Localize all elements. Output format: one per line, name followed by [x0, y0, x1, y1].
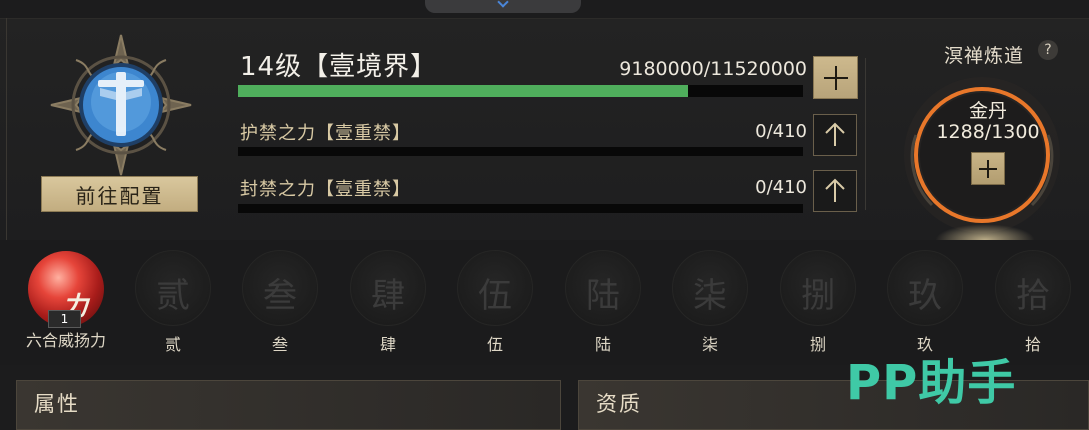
attributes-panel [16, 380, 561, 430]
help-icon[interactable]: ? [1038, 40, 1058, 60]
level-title: 14级【壹境界】 [240, 52, 438, 82]
goto-config-button[interactable]: 前往配置 [41, 176, 198, 212]
skill-level-badge: 1 [48, 310, 81, 328]
skill-glyph: 玖 [908, 276, 942, 316]
sword-emblem-icon [46, 30, 196, 180]
skill-glyph: 伍 [478, 276, 512, 316]
sub-stat-value: 0/410 [755, 177, 807, 198]
divider [865, 58, 866, 210]
skill-label: 贰 [164, 335, 181, 354]
skill-label: 柒 [701, 335, 718, 354]
skill-label: 叁 [271, 335, 288, 354]
skill-label: 陆 [594, 335, 611, 354]
skill-glyph: 叁 [263, 276, 297, 316]
skill-glyph: 肆 [371, 276, 405, 316]
exp-bar [238, 85, 803, 97]
upgrade-button[interactable] [813, 114, 857, 156]
skill-label: 六合威扬力 [25, 331, 106, 350]
meditation-title: 溟禅炼道 [944, 45, 1025, 67]
arrow-up-icon [825, 178, 845, 202]
sub-stat-label: 封禁之力【壹重禁】 [240, 179, 411, 200]
sub-stat-label: 护禁之力【壹重禁】 [240, 123, 411, 144]
exp-bar-fill [238, 85, 689, 97]
qualification-title: 资质 [596, 392, 642, 416]
add-core-button[interactable] [971, 152, 1005, 185]
upgrade-button[interactable] [813, 170, 857, 212]
skill-glyph: 陆 [586, 276, 620, 316]
orb-name: 金丹 [968, 100, 1007, 122]
orb-value: 1288/1300 [936, 121, 1040, 143]
skill-label: 伍 [486, 335, 503, 354]
skill-glyph: 柒 [693, 276, 727, 316]
top-pull-tab[interactable] [425, 0, 581, 13]
add-exp-button[interactable] [813, 56, 858, 99]
attributes-title: 属性 [34, 392, 80, 416]
watermark-logo: PP助手 [846, 355, 1017, 411]
sub-stat-value: 0/410 [755, 121, 807, 142]
chevron-down-icon [497, 0, 509, 8]
skill-label: 肆 [379, 335, 396, 354]
arrow-up-icon [825, 122, 845, 146]
skill-glyph: 贰 [156, 276, 190, 316]
panel-edge [6, 18, 7, 240]
skill-glyph: 捌 [801, 276, 835, 316]
glow-decoration [935, 224, 1035, 240]
skill-glyph: 拾 [1016, 276, 1050, 316]
exp-value: 9180000/11520000 [619, 58, 807, 80]
sub-stat-bar [238, 147, 803, 156]
sub-stat-bar [238, 204, 803, 213]
